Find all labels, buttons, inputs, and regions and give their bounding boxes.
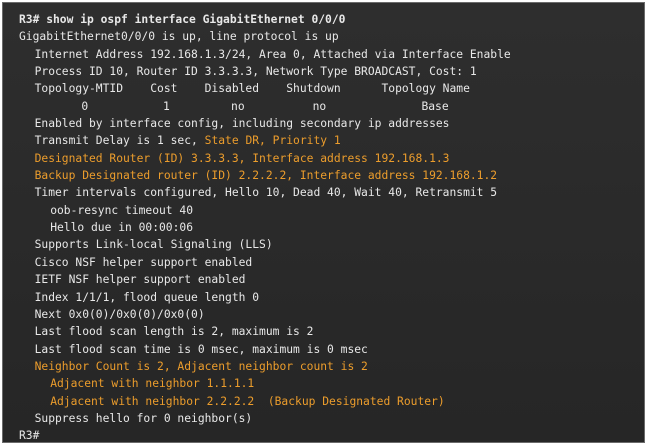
- output-text: Process ID 10, Router ID 3.3.3.3, Networ…: [34, 65, 477, 79]
- output-text: Suppress hello for 0 neighbor(s): [34, 411, 253, 425]
- output-line: Internet Address 192.168.1.3/24, Area 0,…: [3, 46, 644, 63]
- highlighted-text: Neighbor Count is 2, Adjacent neighbor c…: [34, 359, 368, 373]
- output-line: IETF NSF helper support enabled: [3, 271, 644, 288]
- output-line: Hello due in 00:00:06: [3, 219, 644, 236]
- output-text: Internet Address 192.168.1.3/24, Area 0,…: [34, 47, 511, 61]
- output-line: Adjacent with neighbor 1.1.1.1: [3, 375, 644, 392]
- output-line: Topology-MTID Cost Disabled Shutdown Top…: [3, 80, 644, 97]
- output-line: Designated Router (ID) 3.3.3.3, Interfac…: [3, 150, 644, 167]
- output-text: Enabled by interface config, including s…: [34, 117, 450, 131]
- output-line: Suppress hello for 0 neighbor(s): [3, 410, 644, 427]
- output-line: Supports Link-local Signaling (LLS): [3, 236, 644, 253]
- highlighted-text: Adjacent with neighbor 2.2.2.2 (Backup D…: [50, 394, 445, 408]
- output-text: oob-resync timeout 40: [50, 203, 194, 217]
- output-text: Timer intervals configured, Hello 10, De…: [34, 186, 498, 200]
- output-text: R3# show ip ospf interface GigabitEthern…: [19, 13, 346, 26]
- output-line: Next 0x0(0)/0x0(0)/0x0(0): [3, 306, 644, 323]
- terminal-output: R3# show ip ospf interface GigabitEthern…: [3, 11, 644, 443]
- highlighted-text: Adjacent with neighbor 1.1.1.1: [50, 377, 255, 391]
- output-text: R3#: [19, 429, 40, 443]
- output-text: 0 1 no no Base: [81, 99, 449, 113]
- output-line: Enabled by interface config, including s…: [3, 115, 644, 132]
- output-line: Transmit Delay is 1 sec, State DR, Prior…: [3, 132, 644, 149]
- output-line: Backup Designated router (ID) 2.2.2.2, I…: [3, 167, 644, 184]
- output-text: Last flood scan time is 0 msec, maximum …: [34, 342, 368, 356]
- output-text: IETF NSF helper support enabled: [34, 273, 246, 287]
- output-text: Hello due in 00:00:06: [50, 221, 194, 235]
- output-text: Index 1/1/1, flood queue length 0: [34, 290, 260, 304]
- output-text: Topology-MTID Cost Disabled Shutdown Top…: [34, 82, 470, 96]
- highlighted-text: Designated Router (ID) 3.3.3.3, Interfac…: [34, 151, 450, 165]
- output-line: Neighbor Count is 2, Adjacent neighbor c…: [3, 358, 644, 375]
- output-line: Last flood scan time is 0 msec, maximum …: [3, 341, 644, 358]
- output-line: Adjacent with neighbor 2.2.2.2 (Backup D…: [3, 393, 644, 410]
- output-text: Next 0x0(0)/0x0(0)/0x0(0): [34, 307, 205, 321]
- output-line: Process ID 10, Router ID 3.3.3.3, Networ…: [3, 63, 644, 80]
- output-line: Index 1/1/1, flood queue length 0: [3, 289, 644, 306]
- command-line: R3# show ip ospf interface GigabitEthern…: [3, 11, 644, 28]
- output-text: Last flood scan length is 2, maximum is …: [34, 325, 314, 339]
- output-line: Cisco NSF helper support enabled: [3, 254, 644, 271]
- output-line: GigabitEthernet0/0/0 is up, line protoco…: [3, 28, 644, 45]
- output-line: Last flood scan length is 2, maximum is …: [3, 323, 644, 340]
- output-line: 0 1 no no Base: [3, 98, 644, 115]
- output-line: Timer intervals configured, Hello 10, De…: [3, 184, 644, 201]
- output-text: Transmit Delay is 1 sec,: [34, 134, 205, 148]
- output-line: oob-resync timeout 40: [3, 202, 644, 219]
- output-text: Supports Link-local Signaling (LLS): [34, 238, 273, 252]
- terminal-window: R3# show ip ospf interface GigabitEthern…: [2, 2, 645, 443]
- output-text: Cisco NSF helper support enabled: [34, 255, 253, 269]
- highlighted-text: State DR, Priority 1: [204, 134, 341, 148]
- output-line: R3#: [3, 427, 644, 443]
- output-text: GigabitEthernet0/0/0 is up, line protoco…: [19, 30, 339, 44]
- highlighted-text: Backup Designated router (ID) 2.2.2.2, I…: [34, 169, 498, 183]
